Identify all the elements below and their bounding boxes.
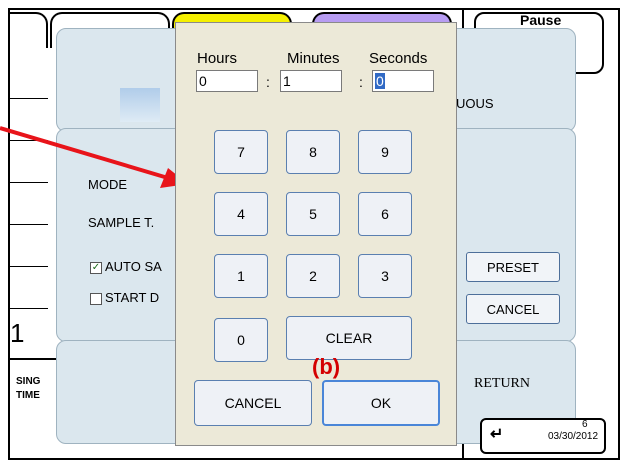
keypad-cancel-button[interactable]: CANCEL bbox=[194, 380, 312, 426]
seconds-input[interactable]: 0 bbox=[372, 70, 434, 92]
ok-button[interactable]: OK bbox=[322, 380, 440, 426]
key-7[interactable]: 7 bbox=[214, 130, 268, 174]
key-3[interactable]: 3 bbox=[358, 254, 412, 298]
key-9[interactable]: 9 bbox=[358, 130, 412, 174]
hours-label: Hours bbox=[197, 50, 238, 67]
seconds-label: Seconds bbox=[369, 50, 428, 67]
key-6[interactable]: 6 bbox=[358, 192, 412, 236]
minutes-label: Minutes bbox=[287, 50, 340, 67]
key-1[interactable]: 1 bbox=[214, 254, 268, 298]
colon-separator: : bbox=[359, 74, 363, 90]
clear-button[interactable]: CLEAR bbox=[286, 316, 412, 360]
key-5[interactable]: 5 bbox=[286, 192, 340, 236]
seconds-value-selected: 0 bbox=[375, 73, 385, 89]
key-2[interactable]: 2 bbox=[286, 254, 340, 298]
key-8[interactable]: 8 bbox=[286, 130, 340, 174]
key-0[interactable]: 0 bbox=[214, 318, 268, 362]
colon-separator: : bbox=[266, 74, 270, 90]
hours-input[interactable]: 0 bbox=[196, 70, 258, 92]
minutes-input[interactable]: 1 bbox=[280, 70, 342, 92]
annotation-label: (b) bbox=[312, 354, 341, 379]
key-4[interactable]: 4 bbox=[214, 192, 268, 236]
